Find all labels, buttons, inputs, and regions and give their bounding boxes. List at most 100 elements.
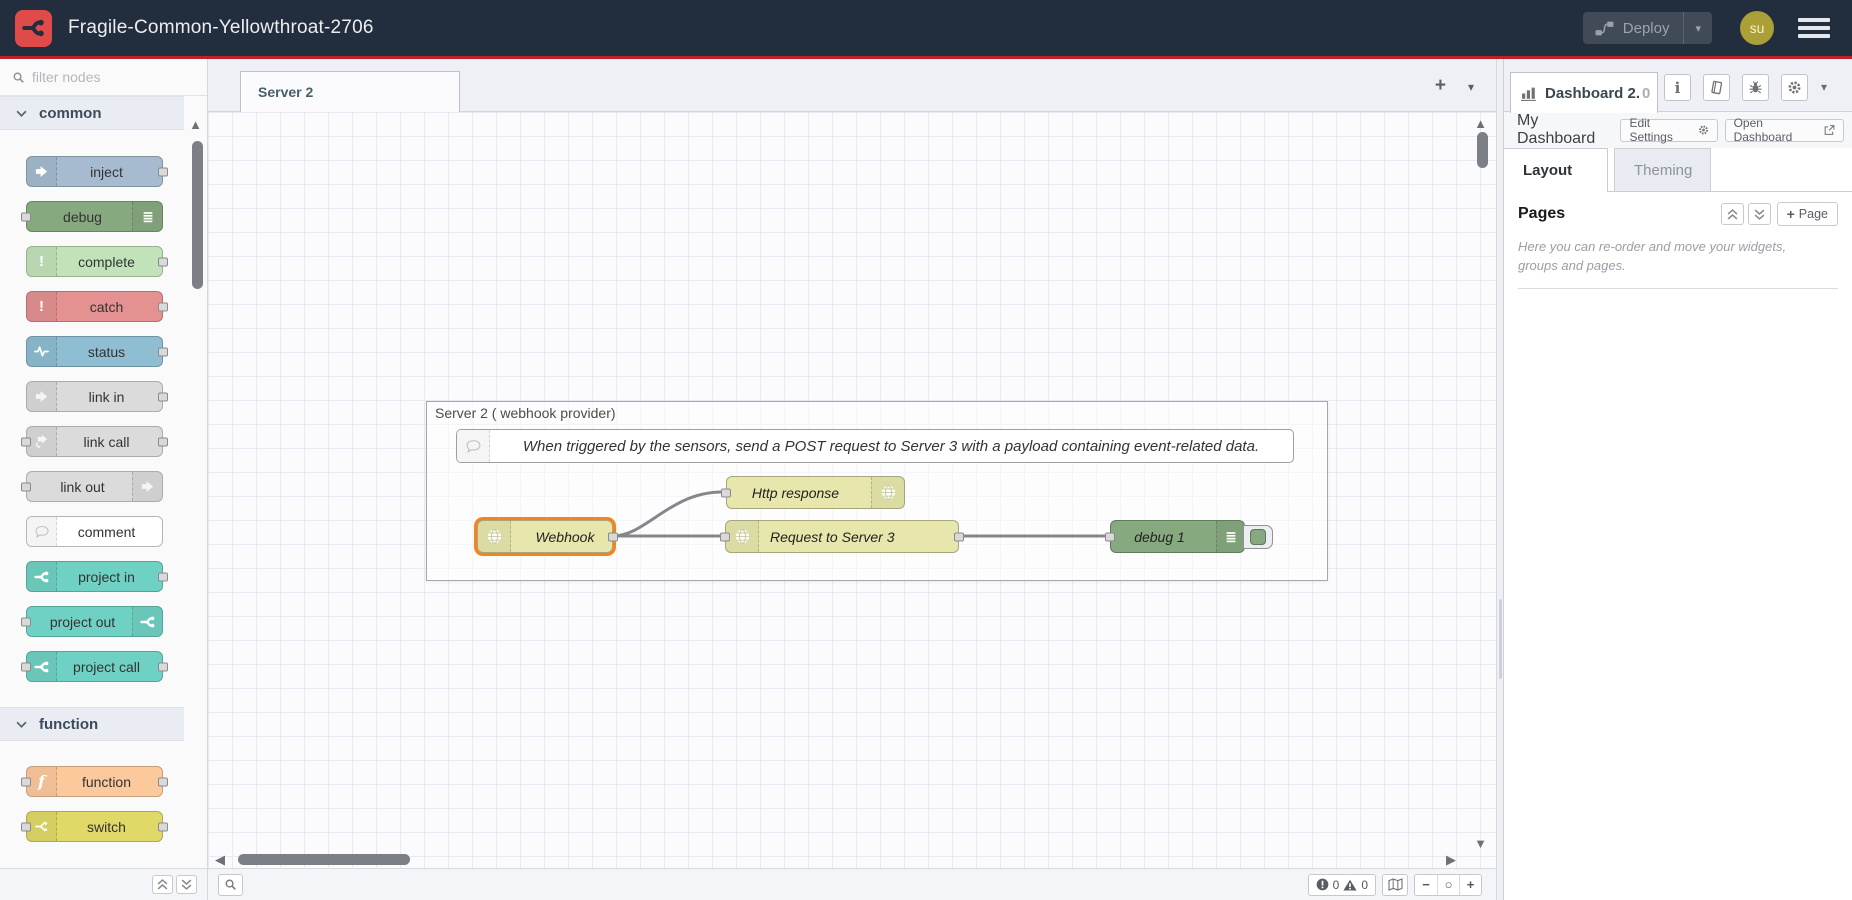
deploy-options-caret[interactable]: ▾ [1683, 12, 1712, 44]
flow-tabbar: Server 2 + ▾ [208, 59, 1496, 112]
flow-list-caret[interactable]: ▾ [1468, 80, 1474, 94]
wire[interactable] [613, 492, 722, 536]
palette-filter-input[interactable] [32, 69, 172, 85]
main-menu-button[interactable] [1798, 18, 1830, 38]
flow-tab-server2[interactable]: Server 2 [240, 71, 460, 112]
node-port[interactable] [21, 482, 31, 491]
move-page-up-button[interactable] [1721, 203, 1744, 225]
tab-layout[interactable]: Layout [1504, 148, 1608, 192]
navigator-button[interactable] [1382, 874, 1408, 896]
dashboard-header-row: My Dashboard Edit Settings Open Dashboar… [1504, 112, 1852, 148]
palette-node-project-out[interactable]: project out [26, 606, 163, 637]
node-port[interactable] [21, 777, 31, 786]
node-port[interactable] [158, 572, 168, 581]
deploy-button[interactable]: Deploy ▾ [1583, 12, 1712, 44]
vscroll-down-arrow[interactable]: ▼ [1474, 837, 1487, 850]
vscroll-up-arrow[interactable]: ▲ [1474, 117, 1487, 130]
palette-category-common[interactable]: common [0, 96, 184, 130]
output-port[interactable] [608, 532, 618, 541]
comment-text: When triggered by the sensors, send a PO… [497, 438, 1285, 455]
tab-theming[interactable]: Theming [1614, 148, 1711, 191]
workspace-search-button[interactable] [218, 874, 243, 896]
add-flow-button[interactable]: + [1435, 76, 1446, 95]
link-arrow-icon [27, 382, 57, 411]
user-avatar[interactable]: su [1740, 11, 1774, 45]
palette-node-comment[interactable]: comment [26, 516, 163, 547]
node-port[interactable] [158, 437, 168, 446]
edit-settings-button[interactable]: Edit Settings [1620, 119, 1717, 142]
sidebar-tabs-caret[interactable]: ▾ [1821, 80, 1827, 94]
workspace[interactable]: Server 2 ( webhook provider) When trigge… [208, 112, 1496, 868]
palette-sidebar: common inject debug ! complete ! catch s… [0, 59, 208, 900]
help-tab-button[interactable] [1703, 74, 1730, 101]
palette-scrollbar-thumb[interactable] [192, 141, 203, 289]
move-page-down-button[interactable] [1748, 203, 1771, 225]
palette-scroll-up-arrow[interactable]: ▲ [189, 117, 202, 132]
palette-node-link-call[interactable]: link call [26, 426, 163, 457]
category-label: common [39, 105, 102, 122]
node-port[interactable] [21, 437, 31, 446]
palette-node-inject[interactable]: inject [26, 156, 163, 187]
vscroll-thumb[interactable] [1477, 132, 1488, 168]
palette-node-catch[interactable]: ! catch [26, 291, 163, 322]
open-dashboard-button[interactable]: Open Dashboard [1725, 119, 1844, 142]
map-icon [1388, 878, 1403, 891]
deploy-label: Deploy [1623, 20, 1670, 37]
header: Fragile-Common-Yellowthroat-2706 Deploy … [0, 0, 1852, 56]
flow-node-debug-1[interactable]: debug 1 [1110, 520, 1245, 553]
collapse-all-button[interactable] [152, 875, 173, 894]
node-port[interactable] [21, 617, 31, 626]
info-tab-button[interactable]: i [1664, 74, 1691, 101]
expand-all-button[interactable] [176, 875, 197, 894]
output-port[interactable] [954, 532, 964, 541]
hscroll-thumb[interactable] [238, 854, 410, 865]
node-port[interactable] [158, 822, 168, 831]
zoom-out-button[interactable]: − [1415, 875, 1437, 895]
divider [1518, 288, 1838, 289]
zoom-reset-button[interactable]: ○ [1437, 875, 1459, 895]
hscroll-left-arrow[interactable]: ◀ [215, 853, 225, 866]
node-port[interactable] [158, 662, 168, 671]
editor-canvas: Server 2 + ▾ Server 2 ( webhook provider… [208, 59, 1496, 900]
debug-enable-toggle[interactable] [1243, 525, 1273, 549]
input-port[interactable] [720, 532, 730, 541]
status-badge[interactable]: 0 0 [1308, 874, 1376, 896]
comment-node[interactable]: When triggered by the sensors, send a PO… [456, 429, 1294, 463]
palette-node-status[interactable]: status [26, 336, 163, 367]
input-port[interactable] [721, 488, 731, 497]
palette-node-debug[interactable]: debug [26, 201, 163, 232]
palette-node-switch[interactable]: switch [26, 811, 163, 842]
node-port[interactable] [158, 257, 168, 266]
node-port[interactable] [21, 822, 31, 831]
palette-category-function[interactable]: function [0, 707, 184, 741]
debug-toggle-indicator [1250, 529, 1266, 545]
flow-node-http-response[interactable]: Http response [726, 476, 905, 509]
palette-node-function[interactable]: f function [26, 766, 163, 797]
node-port[interactable] [21, 662, 31, 671]
splitter-grip[interactable] [1499, 599, 1502, 679]
zoom-in-button[interactable]: + [1459, 875, 1481, 895]
debug-tab-button[interactable] [1742, 74, 1769, 101]
hscroll-right-arrow[interactable]: ▶ [1446, 853, 1456, 866]
flow-node-webhook[interactable]: Webhook [477, 520, 613, 553]
add-page-button[interactable]: + Page [1777, 202, 1838, 226]
input-port[interactable] [1105, 532, 1115, 541]
node-port[interactable] [21, 212, 31, 221]
flow-node-request-to-server-3[interactable]: Request to Server 3 [725, 520, 959, 553]
node-port[interactable] [158, 392, 168, 401]
gear-icon [1698, 124, 1709, 136]
palette-node-project-in[interactable]: project in [26, 561, 163, 592]
node-port[interactable] [158, 302, 168, 311]
settings-tab-button[interactable] [1781, 74, 1808, 101]
sidebar-splitter[interactable] [1496, 59, 1504, 900]
node-port[interactable] [158, 347, 168, 356]
palette-node-link-out[interactable]: link out [26, 471, 163, 502]
tab-dashboard-2[interactable]: Dashboard 2.0 [1510, 72, 1658, 113]
dashboard-title: My Dashboard [1517, 112, 1613, 148]
palette-node-link-in[interactable]: link in [26, 381, 163, 412]
palette-node-project-call[interactable]: project call [26, 651, 163, 682]
node-port[interactable] [158, 167, 168, 176]
palette-node-complete[interactable]: ! complete [26, 246, 163, 277]
palette-search[interactable] [0, 59, 207, 96]
node-port[interactable] [158, 777, 168, 786]
